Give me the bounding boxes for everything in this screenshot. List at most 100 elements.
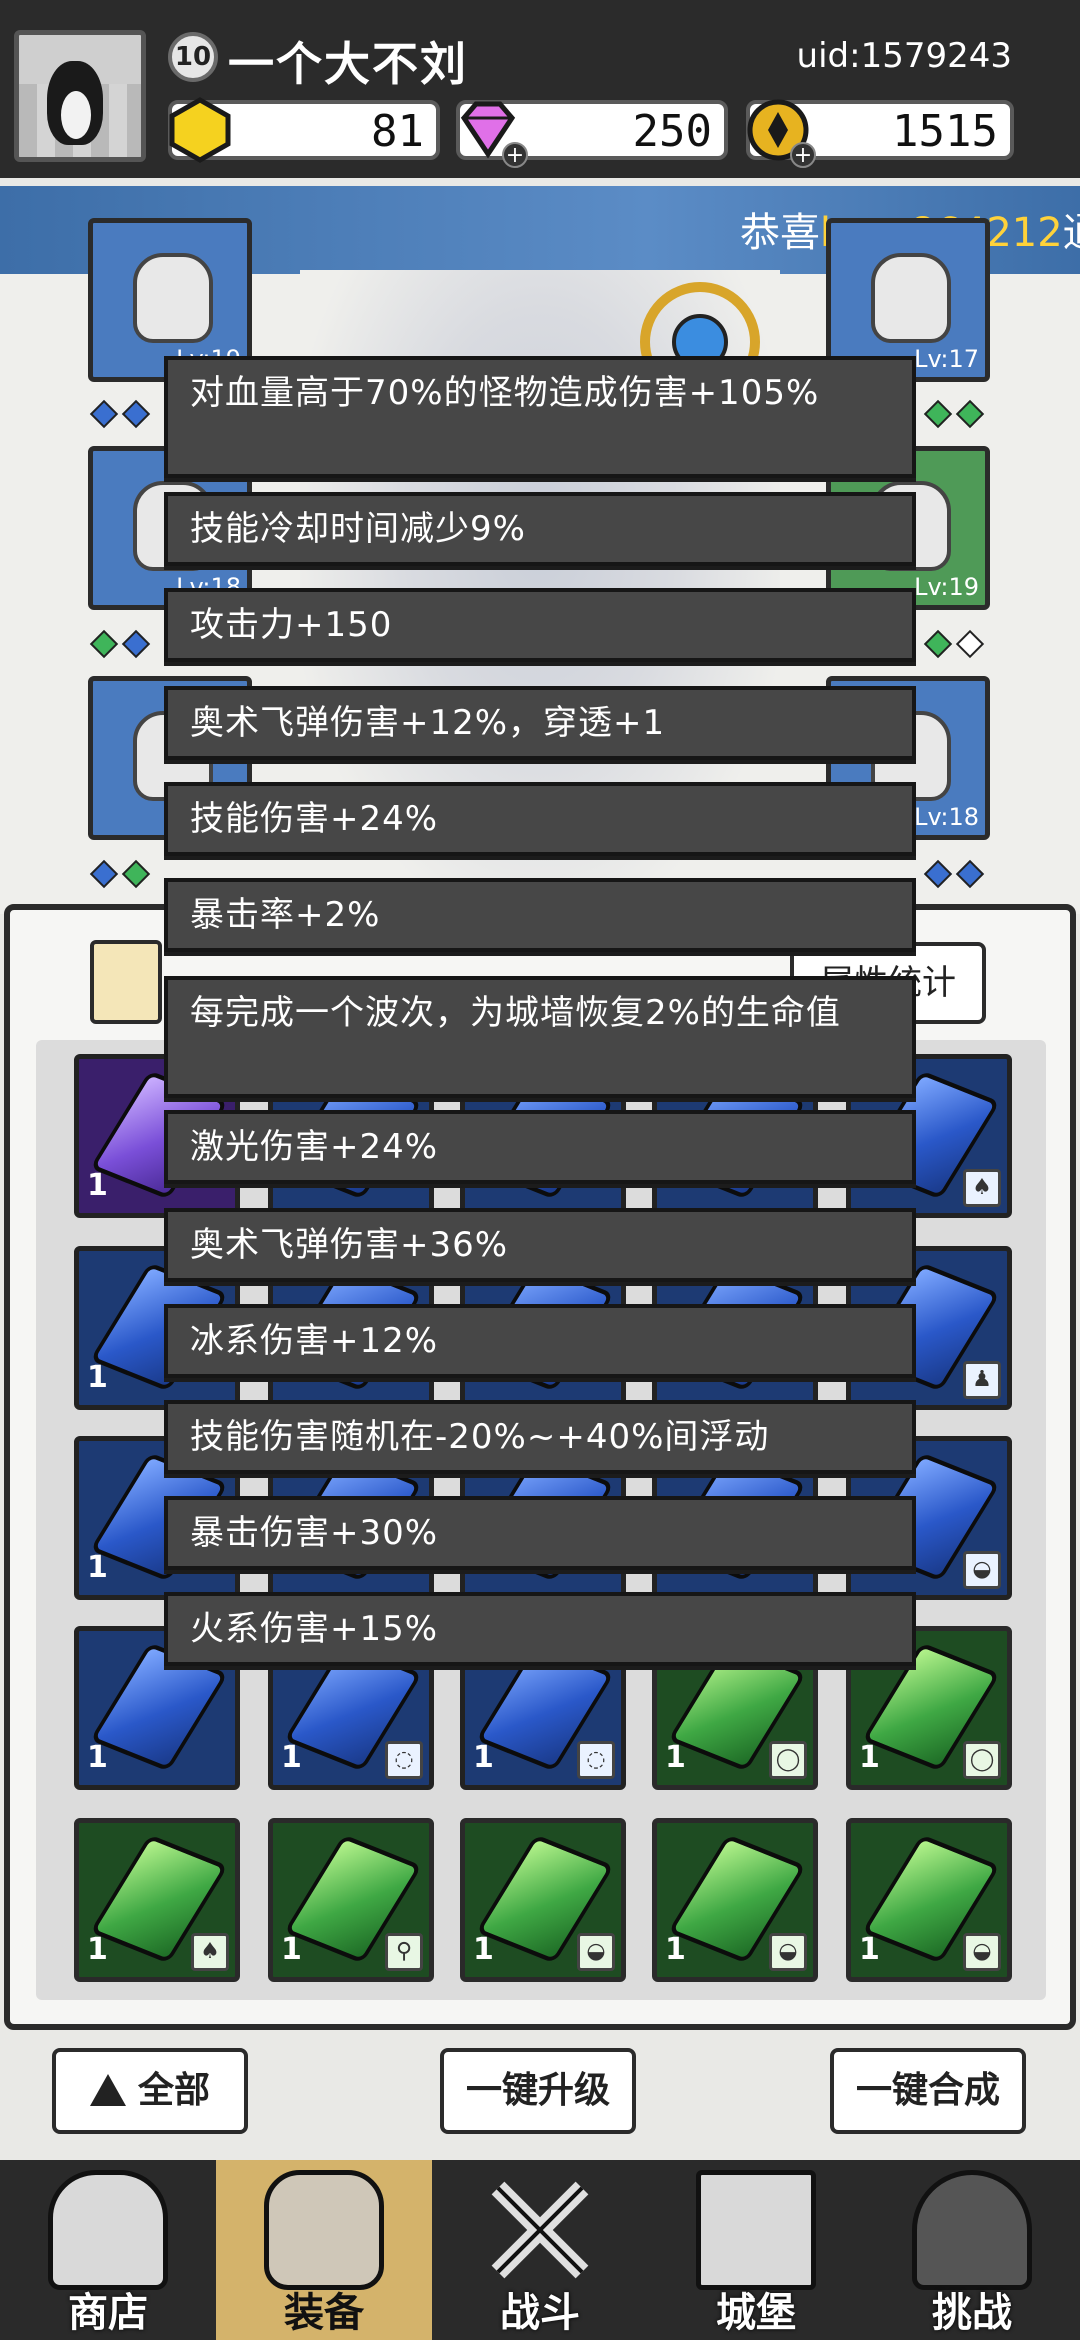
ring-tag-icon: ◯ bbox=[769, 1741, 807, 1779]
green-gem-icon bbox=[923, 629, 953, 659]
sort-toggle-icon[interactable] bbox=[90, 940, 162, 1024]
affix-tooltip-line: 奥术飞弹伤害+12%，穿透+1 bbox=[164, 686, 916, 760]
armor-tag-icon: ♠ bbox=[191, 1933, 229, 1971]
equip-slot-level: Lv:17 bbox=[914, 345, 979, 373]
affix-tooltip-line: 火系伤害+15% bbox=[164, 1592, 916, 1666]
affix-tooltip-line: 技能冷却时间减少9% bbox=[164, 492, 916, 566]
filter-all-button[interactable]: 全部 bbox=[52, 2048, 248, 2134]
blue-gem-icon bbox=[955, 859, 985, 889]
item-count: 1 bbox=[87, 1932, 108, 1967]
avatar-penguin-belly bbox=[61, 91, 91, 139]
affix-tooltip-line: 暴击伤害+30% bbox=[164, 1496, 916, 1570]
avatar[interactable] bbox=[14, 30, 146, 162]
add-diamond-plus-icon[interactable]: + bbox=[502, 142, 528, 168]
blue-gem-icon bbox=[121, 629, 151, 659]
one-click-merge-button[interactable]: 一键合成 bbox=[830, 2048, 1026, 2134]
equip-slot-gems bbox=[922, 629, 986, 660]
locked-gate-icon bbox=[912, 2170, 1032, 2290]
resource-coin: 1515 bbox=[746, 99, 1014, 161]
hex-gold-icon bbox=[169, 97, 231, 163]
armor-tag-icon: ♠ bbox=[963, 1169, 1001, 1207]
resource-diamond: 250 bbox=[456, 100, 728, 160]
castle-icon bbox=[696, 2170, 816, 2290]
affix-tooltip-line: 暴击率+2% bbox=[164, 878, 916, 952]
add-coin-plus-icon[interactable]: + bbox=[790, 142, 816, 168]
item-count: 1 bbox=[665, 1740, 686, 1775]
backpack-icon bbox=[264, 2170, 384, 2290]
green-gem-icon bbox=[121, 859, 151, 889]
item-count: 1 bbox=[87, 1168, 108, 1203]
filter-all-label: 全部 bbox=[137, 2070, 210, 2111]
shop-icon bbox=[48, 2170, 168, 2290]
necklace-tag-icon: ◌ bbox=[577, 1741, 615, 1779]
hat-tag-icon: ◒ bbox=[769, 1933, 807, 1971]
amulet-icon bbox=[871, 253, 951, 343]
item-count: 1 bbox=[665, 1932, 686, 1967]
inventory-item[interactable]: 1 ◒ bbox=[652, 1818, 818, 1982]
inventory-item[interactable]: 1 ♠ bbox=[74, 1818, 240, 1982]
crossed-swords-svg bbox=[491, 2181, 589, 2279]
crossed-swords-icon bbox=[480, 2170, 600, 2290]
diamond-value: 250 bbox=[632, 106, 712, 157]
nav-castle[interactable]: 城堡 bbox=[648, 2160, 864, 2340]
affix-tooltip-line: 冰系伤害+12% bbox=[164, 1304, 916, 1378]
necklace-tag-icon: ◌ bbox=[385, 1741, 423, 1779]
boots-tag-icon: ♟ bbox=[963, 1361, 1001, 1399]
hat-tag-icon: ◒ bbox=[963, 1933, 1001, 1971]
affix-tooltip-line: 对血量高于70%的怪物造成伤害+105% bbox=[164, 356, 916, 478]
affix-tooltip-line: 技能伤害随机在-20%~+40%间浮动 bbox=[164, 1400, 916, 1474]
white-gem-icon bbox=[955, 629, 985, 659]
inventory-item[interactable]: 1 ⚲ bbox=[268, 1818, 434, 1982]
green-gem-icon bbox=[89, 629, 119, 659]
one-click-upgrade-button[interactable]: 一键升级 bbox=[440, 2048, 636, 2134]
nav-battle[interactable]: 战斗 bbox=[432, 2160, 648, 2340]
announcement-suffix: 通 bbox=[1063, 210, 1080, 256]
nav-challenge[interactable]: 挑战 bbox=[864, 2160, 1080, 2340]
inventory-item[interactable]: 1 ◒ bbox=[460, 1818, 626, 1982]
nav-shop[interactable]: 商店 bbox=[0, 2160, 216, 2340]
hat-tag-icon: ◒ bbox=[963, 1551, 1001, 1589]
item-count: 1 bbox=[473, 1740, 494, 1775]
weapon-tag-icon: ⚲ bbox=[385, 1933, 423, 1971]
item-count: 1 bbox=[473, 1932, 494, 1967]
nav-challenge-label: 挑战 bbox=[932, 2290, 1012, 2336]
coin-value: 1515 bbox=[892, 106, 998, 157]
nav-equip-label: 装备 bbox=[284, 2290, 364, 2336]
nav-castle-label: 城堡 bbox=[716, 2290, 796, 2336]
blue-gem-icon bbox=[121, 399, 151, 429]
affix-tooltip-line: 奥术飞弹伤害+36% bbox=[164, 1208, 916, 1282]
item-count: 1 bbox=[87, 1360, 108, 1395]
equip-slot-gems bbox=[88, 399, 152, 430]
blue-gem-icon bbox=[89, 859, 119, 889]
affix-tooltip-line: 攻击力+150 bbox=[164, 588, 916, 662]
affix-tooltip-line: 激光伤害+24% bbox=[164, 1110, 916, 1184]
inventory-item[interactable]: 1 ◒ bbox=[846, 1818, 1012, 1982]
equip-slot-gems bbox=[88, 859, 152, 890]
player-name: 一个大不刘 bbox=[228, 37, 468, 91]
uid-label: uid:1579243 bbox=[796, 36, 1012, 76]
nav-battle-label: 战斗 bbox=[500, 2290, 580, 2336]
equip-slot-gems bbox=[922, 859, 986, 890]
item-count: 1 bbox=[281, 1932, 302, 1967]
green-gem-icon bbox=[955, 399, 985, 429]
item-count: 1 bbox=[859, 1932, 880, 1967]
level-badge: 10 bbox=[168, 32, 218, 82]
affix-tooltip-line: 技能伤害+24% bbox=[164, 782, 916, 856]
nav-shop-label: 商店 bbox=[68, 2290, 148, 2336]
ring-tag-icon: ◯ bbox=[963, 1741, 1001, 1779]
helmet-icon bbox=[133, 253, 213, 343]
triangle-filter-icon bbox=[89, 2074, 126, 2106]
nav-equip[interactable]: 装备 bbox=[216, 2160, 432, 2340]
hat-tag-icon: ◒ bbox=[577, 1933, 615, 1971]
announcement-prefix: 恭喜 bbox=[740, 210, 820, 256]
resource-hex-gold: 81 bbox=[168, 97, 440, 163]
blue-gem-icon bbox=[923, 859, 953, 889]
equip-slot-gems bbox=[922, 399, 986, 430]
equip-slot-level: Lv:19 bbox=[914, 573, 979, 601]
equip-slot-gems bbox=[88, 629, 152, 660]
blue-gem-icon bbox=[89, 399, 119, 429]
item-count: 1 bbox=[87, 1550, 108, 1585]
affix-tooltip-line: 每完成一个波次，为城墙恢复2%的生命值 bbox=[164, 976, 916, 1098]
hex-gold-value: 81 bbox=[371, 106, 424, 157]
item-count: 1 bbox=[859, 1740, 880, 1775]
